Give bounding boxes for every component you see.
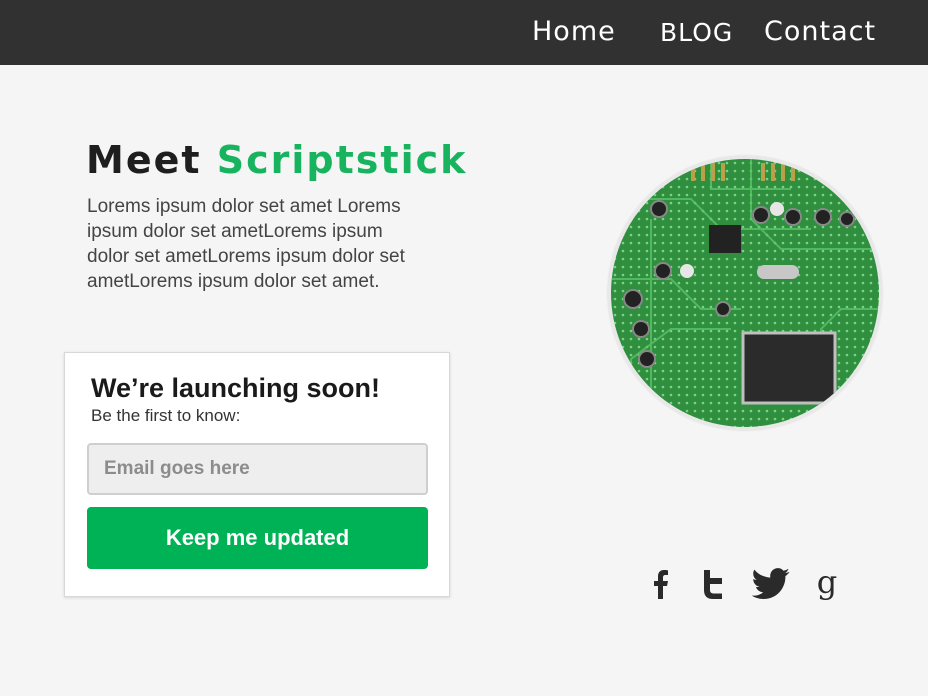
hero-description: Lorems ipsum dolor set amet Lorems ipsum… — [87, 196, 405, 292]
tumblr-glyph — [704, 570, 722, 599]
brand-name: Scriptstick — [216, 138, 468, 182]
tumblr-icon[interactable] — [698, 566, 726, 602]
email-field[interactable] — [87, 443, 428, 495]
google-icon[interactable]: g — [814, 566, 840, 602]
google-glyph: g — [816, 563, 838, 601]
signup-heading: We’re launching soon! — [91, 373, 381, 403]
facebook-glyph — [654, 570, 668, 599]
signup-subheading: Be the first to know: — [91, 406, 241, 425]
nav-link-home[interactable]: Home — [532, 16, 616, 47]
signup-card: We’re launching soon! Be the first to kn… — [64, 352, 450, 597]
top-navigation-bar: Home Blog Contact — [0, 0, 928, 65]
facebook-icon[interactable] — [648, 566, 674, 602]
page-title-prefix: Meet — [86, 138, 202, 182]
circuit-board-image — [608, 156, 882, 430]
twitter-glyph — [751, 568, 790, 600]
page-title: Meet Scriptstick — [86, 138, 467, 182]
nav-link-blog[interactable]: Blog — [660, 18, 733, 47]
keep-me-updated-button[interactable]: Keep me updated — [87, 507, 428, 569]
circuit-board-illustration — [611, 159, 879, 427]
nav-link-contact[interactable]: Contact — [764, 16, 876, 47]
twitter-icon[interactable] — [750, 566, 792, 602]
